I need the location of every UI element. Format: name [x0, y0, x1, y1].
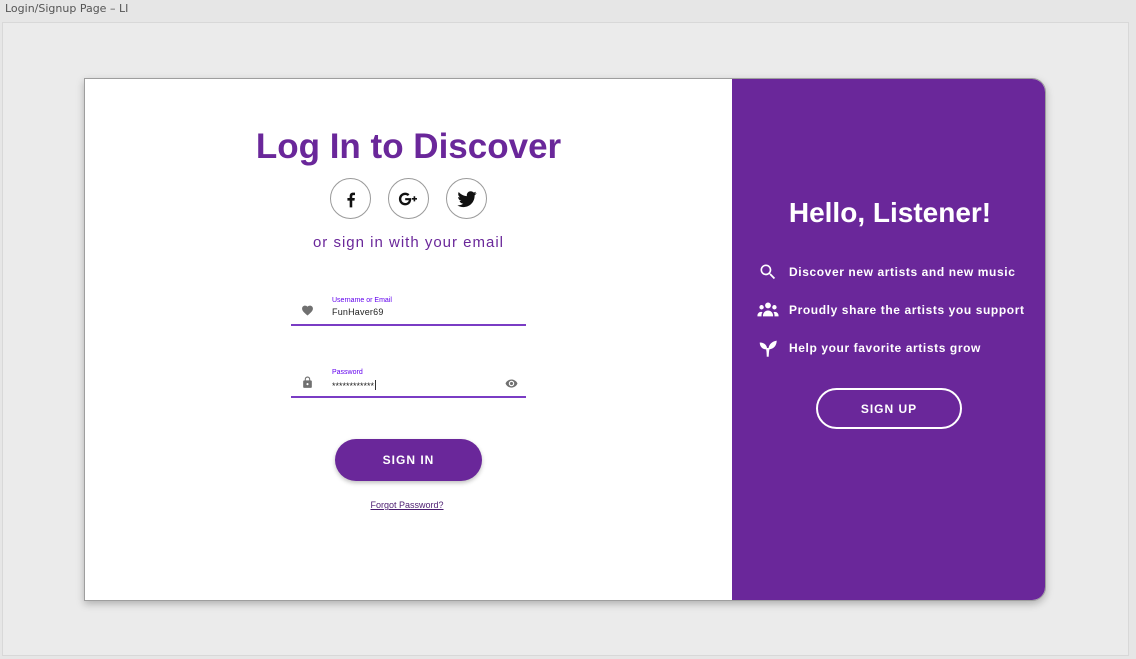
sign-in-button[interactable]: SIGN IN — [335, 439, 482, 481]
feature-item: Discover new artists and new music — [757, 261, 1015, 283]
feature-text: Discover new artists and new music — [789, 265, 1016, 279]
facebook-login-button[interactable] — [330, 178, 371, 219]
frame-label: Login/Signup Page – LI — [5, 2, 129, 15]
twitter-icon — [456, 190, 477, 207]
lock-icon — [303, 376, 312, 388]
feature-text: Help your favorite artists grow — [789, 341, 981, 355]
feature-text: Proudly share the artists you support — [789, 303, 1025, 317]
twitter-login-button[interactable] — [446, 178, 487, 219]
heart-icon — [302, 305, 313, 316]
group-icon — [757, 299, 779, 321]
forgot-password-link[interactable]: Forgot Password? — [85, 500, 729, 510]
feature-item: Help your favorite artists grow — [757, 337, 981, 359]
google-plus-icon — [398, 192, 417, 205]
username-value[interactable]: FunHaver69 — [332, 307, 384, 317]
search-icon — [757, 261, 779, 283]
welcome-title: Hello, Listener! — [788, 197, 992, 228]
email-signin-hint: or sign in with your email — [312, 234, 505, 251]
social-login-row — [330, 178, 487, 219]
password-label: Password — [332, 369, 363, 376]
facebook-icon — [346, 192, 355, 207]
google-login-button[interactable] — [388, 178, 429, 219]
eye-icon[interactable] — [505, 377, 518, 390]
password-field[interactable]: Password ************ — [291, 368, 526, 398]
sign-up-button[interactable]: SIGN UP — [816, 388, 962, 429]
sprout-icon — [757, 337, 779, 359]
text-caret — [375, 380, 377, 390]
auth-card: Log In to Discover or sign in with your … — [84, 78, 1046, 601]
password-masked-text: ************ — [332, 381, 375, 391]
welcome-panel: Hello, Listener! Discover new artists an… — [732, 79, 1045, 600]
login-title: Log In to Discover — [255, 127, 562, 166]
username-label: Username or Email — [332, 297, 392, 304]
password-value[interactable]: ************ — [332, 380, 377, 391]
feature-item: Proudly share the artists you support — [757, 299, 1025, 321]
login-panel: Log In to Discover or sign in with your … — [85, 79, 732, 600]
username-field[interactable]: Username or Email FunHaver69 — [291, 296, 526, 326]
